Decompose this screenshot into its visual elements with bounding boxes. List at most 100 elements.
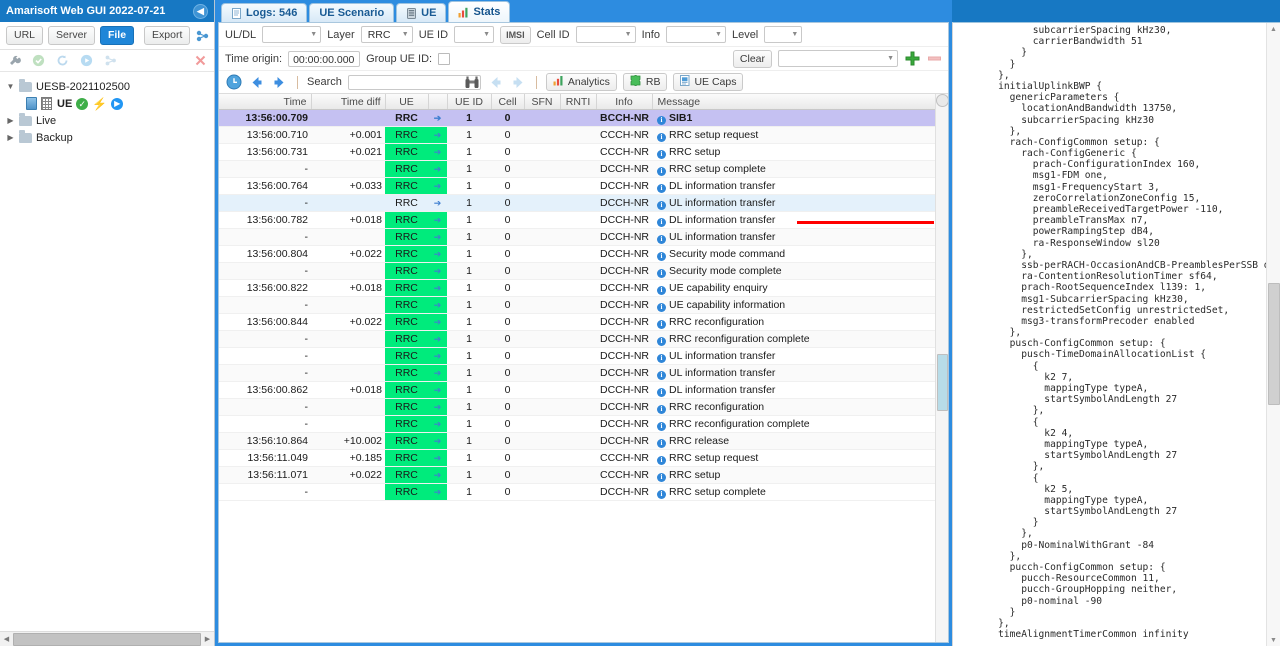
info-icon[interactable]: i bbox=[657, 166, 666, 176]
scroll-right-icon[interactable]: ▶ bbox=[201, 635, 214, 643]
info-icon[interactable]: i bbox=[657, 285, 666, 295]
tab-logs[interactable]: Logs: 546 bbox=[221, 3, 308, 22]
info-icon[interactable]: i bbox=[657, 387, 666, 397]
table-row[interactable]: - RRC ➔ 1 0 DCCH-NR i UL information transfer bbox=[219, 364, 935, 382]
clock-icon[interactable] bbox=[225, 74, 242, 91]
info-icon[interactable]: i bbox=[657, 319, 666, 329]
info-icon[interactable]: i bbox=[657, 438, 666, 448]
info-icon[interactable]: i bbox=[657, 217, 666, 227]
table-row[interactable]: 13:56:11.071 +0.022 RRC ➔ 1 0 CCCH-NR i RRC setu… bbox=[219, 466, 935, 484]
scroll-nub[interactable] bbox=[936, 94, 948, 107]
col-info[interactable]: Info bbox=[596, 94, 653, 110]
check-circle-icon[interactable] bbox=[30, 53, 46, 69]
table-row[interactable]: - RRC ➔ 1 0 DCCH-NR i RRC reconfiguration bbox=[219, 398, 935, 416]
chevron-right-icon[interactable]: ▶ bbox=[6, 116, 15, 125]
export-button[interactable]: Export bbox=[144, 26, 191, 45]
table-row[interactable]: 13:56:11.049 +0.185 RRC ➔ 1 0 CCCH-NR i RRC setu… bbox=[219, 449, 935, 467]
col-dir[interactable] bbox=[428, 94, 448, 110]
info-icon[interactable]: i bbox=[657, 251, 666, 261]
group-ueid-checkbox[interactable] bbox=[438, 52, 451, 65]
tab-stats[interactable]: Stats bbox=[448, 1, 511, 22]
table-row[interactable]: - RRC ➔ 1 0 DCCH-NR i Security mode complete bbox=[219, 262, 935, 280]
col-message[interactable]: Message bbox=[652, 94, 935, 110]
close-icon[interactable] bbox=[192, 53, 208, 69]
chevron-right-icon[interactable]: ▶ bbox=[6, 133, 15, 142]
plus-icon[interactable] bbox=[904, 51, 920, 67]
scroll-down-icon[interactable]: ▼ bbox=[1267, 634, 1280, 646]
play-icon[interactable]: ▶ bbox=[111, 97, 124, 110]
time-origin-input[interactable]: 00:00:00.000 bbox=[288, 50, 361, 67]
tree-item-ue[interactable]: UE ✓ ⚡ ▶ bbox=[4, 95, 214, 112]
col-rnti[interactable]: RNTI bbox=[560, 94, 597, 110]
preset-select[interactable]: ▼ bbox=[778, 50, 898, 67]
bolt-icon[interactable]: ⚡ bbox=[92, 98, 107, 110]
table-row[interactable]: - RRC ➔ 1 0 DCCH-NR i UE capability information bbox=[219, 296, 935, 314]
col-time[interactable]: Time bbox=[219, 94, 312, 110]
imsi-button[interactable]: IMSI bbox=[500, 25, 531, 44]
binoculars-icon[interactable] bbox=[465, 76, 479, 92]
log-table-vertical-scrollbar[interactable] bbox=[935, 94, 948, 642]
col-ue-id[interactable]: UE ID bbox=[447, 94, 492, 110]
table-row[interactable]: - RRC ➔ 1 0 DCCH-NR i RRC reconfiguration compl… bbox=[219, 415, 935, 433]
col-ue[interactable]: UE bbox=[385, 94, 429, 110]
clear-button[interactable]: Clear bbox=[732, 49, 772, 68]
info-icon[interactable]: i bbox=[657, 472, 666, 482]
ue-caps-button[interactable]: UE Caps bbox=[673, 73, 744, 91]
info-icon[interactable]: i bbox=[657, 149, 666, 159]
analytics-button[interactable]: Analytics bbox=[545, 73, 617, 91]
table-row[interactable]: 13:56:00.804 +0.022 RRC ➔ 1 0 DCCH-NR i Security… bbox=[219, 245, 935, 263]
col-time-diff[interactable]: Time diff bbox=[311, 94, 386, 110]
table-row[interactable]: - RRC ➔ 1 0 DCCH-NR i RRC setup complete bbox=[219, 483, 935, 501]
col-sfn[interactable]: SFN bbox=[524, 94, 561, 110]
col-cell[interactable]: Cell bbox=[491, 94, 525, 110]
layer-select[interactable]: RRC ▼ bbox=[360, 26, 413, 43]
info-icon[interactable]: i bbox=[657, 455, 666, 465]
share-icon[interactable] bbox=[102, 53, 118, 69]
table-row[interactable]: - RRC ➔ 1 0 DCCH-NR i RRC setup complete bbox=[219, 160, 935, 178]
table-row[interactable]: 13:56:00.782 +0.018 RRC ➔ 1 0 DCCH-NR i DL infor… bbox=[219, 211, 935, 229]
scroll-thumb[interactable] bbox=[1268, 283, 1280, 405]
details-vertical-scrollbar[interactable]: ▲ ▼ bbox=[1266, 23, 1280, 646]
info-icon[interactable]: i bbox=[657, 302, 666, 312]
info-icon[interactable]: i bbox=[657, 336, 666, 346]
refresh-icon[interactable] bbox=[54, 53, 70, 69]
rb-button[interactable]: RB bbox=[622, 73, 668, 91]
sidebar-horizontal-scrollbar[interactable]: ◀ ▶ bbox=[0, 631, 214, 646]
info-icon[interactable]: i bbox=[657, 370, 666, 380]
ok-icon[interactable]: ✓ bbox=[76, 97, 89, 110]
info-icon[interactable]: i bbox=[657, 421, 666, 431]
info-icon[interactable]: i bbox=[657, 132, 666, 142]
play-circle-icon[interactable] bbox=[78, 53, 94, 69]
info-icon[interactable]: i bbox=[657, 489, 666, 499]
chevron-down-icon[interactable]: ▼ bbox=[6, 82, 15, 91]
table-row[interactable]: 13:56:00.844 +0.022 RRC ➔ 1 0 DCCH-NR i RRC reco… bbox=[219, 313, 935, 331]
table-row[interactable]: 13:56:00.822 +0.018 RRC ➔ 1 0 DCCH-NR i UE capab… bbox=[219, 279, 935, 297]
table-row[interactable]: 13:56:00.764 +0.033 RRC ➔ 1 0 DCCH-NR i DL infor… bbox=[219, 177, 935, 195]
search-input[interactable] bbox=[347, 74, 481, 90]
level-select[interactable]: ▼ bbox=[764, 26, 803, 43]
find-next-icon[interactable] bbox=[510, 74, 527, 91]
tab-ue-scenario[interactable]: UE Scenario bbox=[309, 3, 395, 22]
scroll-left-icon[interactable]: ◀ bbox=[0, 635, 13, 643]
ueid-select[interactable]: ▼ bbox=[454, 26, 495, 43]
uldl-select[interactable]: ▼ bbox=[262, 26, 322, 43]
minus-icon[interactable] bbox=[926, 51, 942, 67]
scroll-up-icon[interactable]: ▲ bbox=[1267, 23, 1280, 36]
table-row[interactable]: 13:56:00.731 +0.021 RRC ➔ 1 0 CCCH-NR i RRC setu… bbox=[219, 143, 935, 161]
info-icon[interactable]: i bbox=[657, 183, 666, 193]
file-button[interactable]: File bbox=[99, 26, 135, 45]
table-row[interactable]: 13:56:00.709 RRC ➔ 1 0 BCCH-NR i SIB1 bbox=[219, 109, 935, 127]
url-button[interactable]: URL bbox=[6, 26, 44, 45]
table-row[interactable]: - RRC ➔ 1 0 DCCH-NR i UL information transfer bbox=[219, 347, 935, 365]
server-button[interactable]: Server bbox=[48, 26, 95, 45]
cellid-select[interactable]: ▼ bbox=[575, 26, 636, 43]
info-icon[interactable]: i bbox=[657, 115, 666, 125]
chevron-left-icon[interactable]: ◀ bbox=[193, 3, 208, 19]
info-icon[interactable]: i bbox=[657, 268, 666, 278]
info-icon[interactable]: i bbox=[657, 234, 666, 244]
table-row[interactable]: - RRC ➔ 1 0 DCCH-NR i UL information transfer bbox=[219, 194, 935, 212]
tree-item-live[interactable]: ▶ Live bbox=[4, 112, 214, 129]
tree-item-backup[interactable]: ▶ Backup bbox=[4, 129, 214, 146]
info-icon[interactable]: i bbox=[657, 404, 666, 414]
table-row[interactable]: 13:56:10.864 +10.002 RRC ➔ 1 0 DCCH-NR i RRC rel… bbox=[219, 432, 935, 450]
